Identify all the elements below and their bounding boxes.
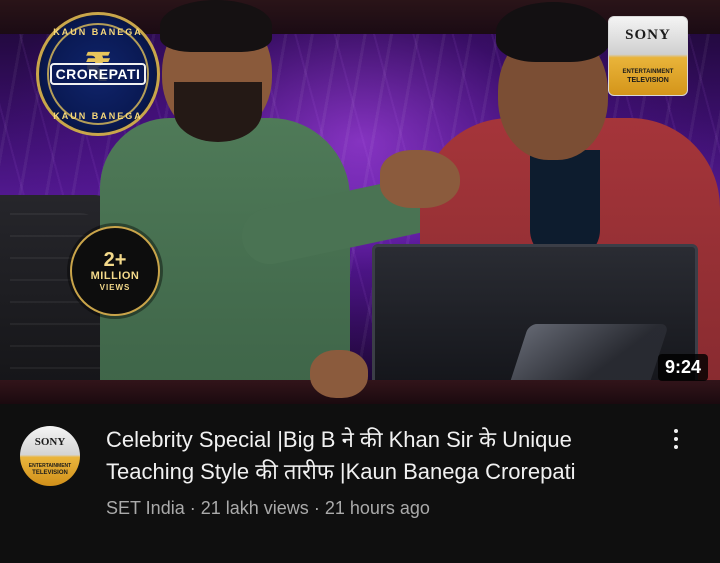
channel-name[interactable]: SET India [106, 498, 185, 518]
video-thumbnail[interactable]: KAUN BANEGA ₹ CROREPATI KAUN BANEGA SONY… [0, 0, 720, 404]
views-badge: 2+ MILLION VIEWS [70, 226, 160, 316]
view-count: 21 lakh views [200, 498, 309, 518]
kbc-logo-main-text: CROREPATI [49, 63, 147, 85]
contestant-hand-lower [310, 350, 368, 398]
avatar-sony-tv: TELEVISION [32, 470, 68, 476]
views-badge-unit: MILLION [90, 270, 140, 282]
contestant-beard [174, 82, 262, 142]
more-dot [674, 445, 678, 449]
channel-avatar[interactable]: SONY ENTERTAINMENT TELEVISION [20, 426, 80, 486]
contestant-hair [160, 0, 272, 52]
avatar-sony-word: SONY [34, 436, 66, 448]
more-dot [674, 429, 678, 433]
guest-hair [496, 2, 610, 62]
video-byline: SET India · 21 lakh views · 21 hours ago [106, 498, 430, 519]
kbc-logo-top-text: KAUN BANEGA [53, 27, 143, 37]
more-dot [674, 437, 678, 441]
sony-logo-sub: ENTERTAINMENT [622, 69, 674, 75]
video-meta: SONY ENTERTAINMENT TELEVISION Celebrity … [0, 404, 720, 563]
duration-badge: 9:24 [657, 354, 708, 381]
more-vert-icon[interactable] [662, 424, 690, 454]
avatar-sony-sub: ENTERTAINMENT [28, 463, 72, 469]
kbc-logo-bottom-text: KAUN BANEGA [53, 111, 143, 121]
sony-logo: SONY ENTERTAINMENT TELEVISION [608, 16, 688, 96]
byline-separator: · [313, 498, 325, 518]
sony-logo-word: SONY [625, 27, 671, 43]
video-card[interactable]: KAUN BANEGA ₹ CROREPATI KAUN BANEGA SONY… [0, 0, 720, 563]
sony-logo-tv: TELEVISION [627, 77, 669, 84]
views-badge-label: VIEWS [99, 283, 131, 292]
video-title[interactable]: Celebrity Special |Big B ने की Khan Sir … [106, 424, 646, 488]
upload-age: 21 hours ago [324, 498, 430, 518]
contestant-hand [380, 150, 460, 208]
byline-separator: · [189, 498, 201, 518]
views-badge-number: 2+ [103, 249, 127, 271]
kbc-logo: KAUN BANEGA ₹ CROREPATI KAUN BANEGA [36, 12, 160, 136]
